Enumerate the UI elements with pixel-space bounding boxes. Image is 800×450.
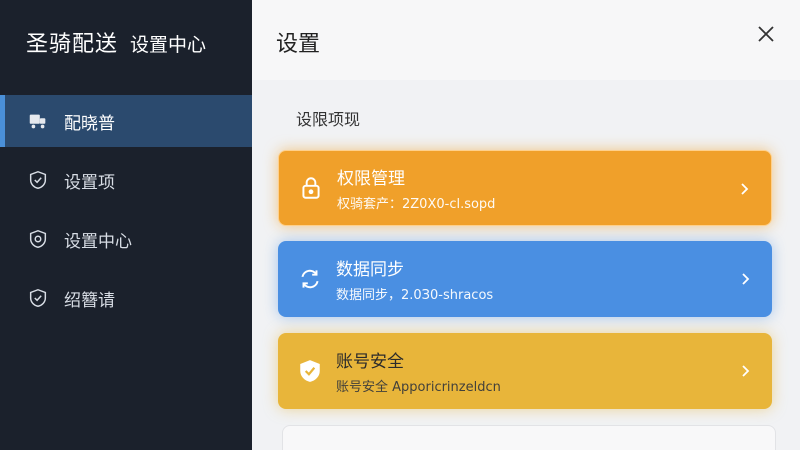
card-title: 数据同步 xyxy=(336,260,404,280)
card-subtitle: 数据同步，2.0З0-shracos xyxy=(336,288,494,303)
list-item-partial[interactable] xyxy=(282,425,776,450)
sidebar-item-label: 设置项 xyxy=(64,172,115,193)
account-security-card[interactable]: 账号安全 账号安全 Apporicrinzeldcn xyxy=(278,333,772,409)
brand-name: 圣骑配送 xyxy=(26,32,119,57)
sidebar-item-requests[interactable]: 绍簪请 xyxy=(0,272,252,324)
chevron-right-icon xyxy=(742,273,750,285)
close-icon xyxy=(758,26,774,42)
card-subtitle: 账号安全 Apporicrinzeldcn xyxy=(336,380,501,395)
card-title: 权限管理 xyxy=(337,169,405,189)
page-title: 设置 xyxy=(276,32,321,57)
card-title: 账号安全 xyxy=(336,352,404,372)
lock-icon xyxy=(297,174,325,202)
sidebar: 圣骑配送 设置中心 配晓普 设置项 设置中心 绍簪请 xyxy=(0,0,252,450)
card-subtitle: 权骑套产：2Z0X0-cl.sopd xyxy=(337,197,496,212)
shield-check-icon xyxy=(296,357,324,385)
sidebar-item-label: 设置中心 xyxy=(64,231,132,252)
sidebar-item-label: 绍簪请 xyxy=(64,290,115,311)
chevron-right-icon xyxy=(741,183,749,195)
shield-check-icon xyxy=(26,286,50,310)
gear-shield-icon xyxy=(26,227,50,251)
data-sync-card[interactable]: 数据同步 数据同步，2.0З0-shracos xyxy=(278,241,772,317)
shield-check-icon xyxy=(26,168,50,192)
sidebar-item-label: 配晓普 xyxy=(64,113,115,134)
sidebar-item-delivery[interactable]: 配晓普 xyxy=(0,95,252,147)
main-panel: 设置 设限项现 权限管理 权骑套产：2Z0X0-cl.sopd 数据同步 数据同… xyxy=(252,0,800,450)
card-text: 权限管理 权骑套产：2Z0X0-cl.sopd xyxy=(337,164,495,212)
delivery-truck-icon xyxy=(26,109,50,133)
card-text: 数据同步 数据同步，2.0З0-shracos xyxy=(336,255,493,303)
sidebar-item-settings[interactable]: 设置项 xyxy=(0,154,252,206)
card-text: 账号安全 账号安全 Apporicrinzeldcn xyxy=(336,347,501,395)
sync-icon xyxy=(296,265,324,293)
header: 设置 xyxy=(252,0,800,80)
sidebar-item-settings-center[interactable]: 设置中心 xyxy=(0,213,252,265)
permission-management-card[interactable]: 权限管理 权骑套产：2Z0X0-cl.sopd xyxy=(278,150,772,226)
section-title: 设限项现 xyxy=(296,110,361,129)
brand-subtitle: 设置中心 xyxy=(130,34,207,56)
close-button[interactable] xyxy=(754,22,778,46)
chevron-right-icon xyxy=(742,365,750,377)
brand: 圣骑配送 设置中心 xyxy=(26,26,206,58)
sidebar-nav: 配晓普 设置项 设置中心 绍簪请 xyxy=(0,95,252,331)
